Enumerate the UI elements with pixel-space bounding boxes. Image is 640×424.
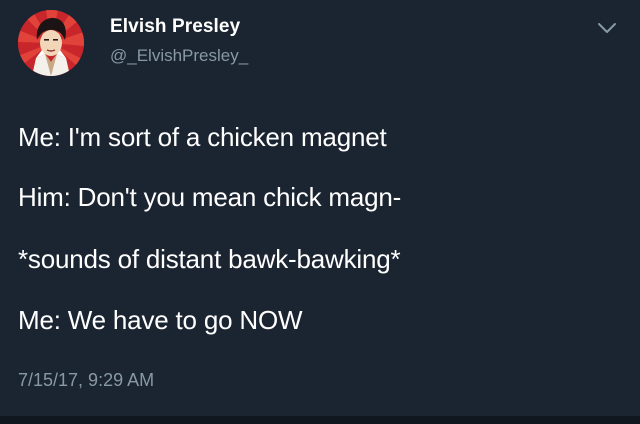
elvis-portrait-avatar <box>18 10 84 76</box>
chevron-down-icon[interactable] <box>596 20 618 36</box>
author-handle[interactable]: @_ElvishPresley_ <box>110 46 248 66</box>
tweet-text-line: Me: I'm sort of a chicken magnet <box>18 122 387 152</box>
author-display-name[interactable]: Elvish Presley <box>110 16 240 38</box>
tweet-text-line: Me: We have to go NOW <box>18 305 303 335</box>
tweet-text-line: Him: Don't you mean chick magn- <box>18 182 402 212</box>
divider <box>0 416 640 424</box>
tweet-card: Elvish Presley @_ElvishPresley_ Me: I'm … <box>0 0 640 424</box>
avatar[interactable] <box>18 10 84 76</box>
tweet-text-line: *sounds of distant bawk-bawking* <box>18 244 401 274</box>
tweet-timestamp[interactable]: 7/15/17, 9:29 AM <box>18 370 154 391</box>
